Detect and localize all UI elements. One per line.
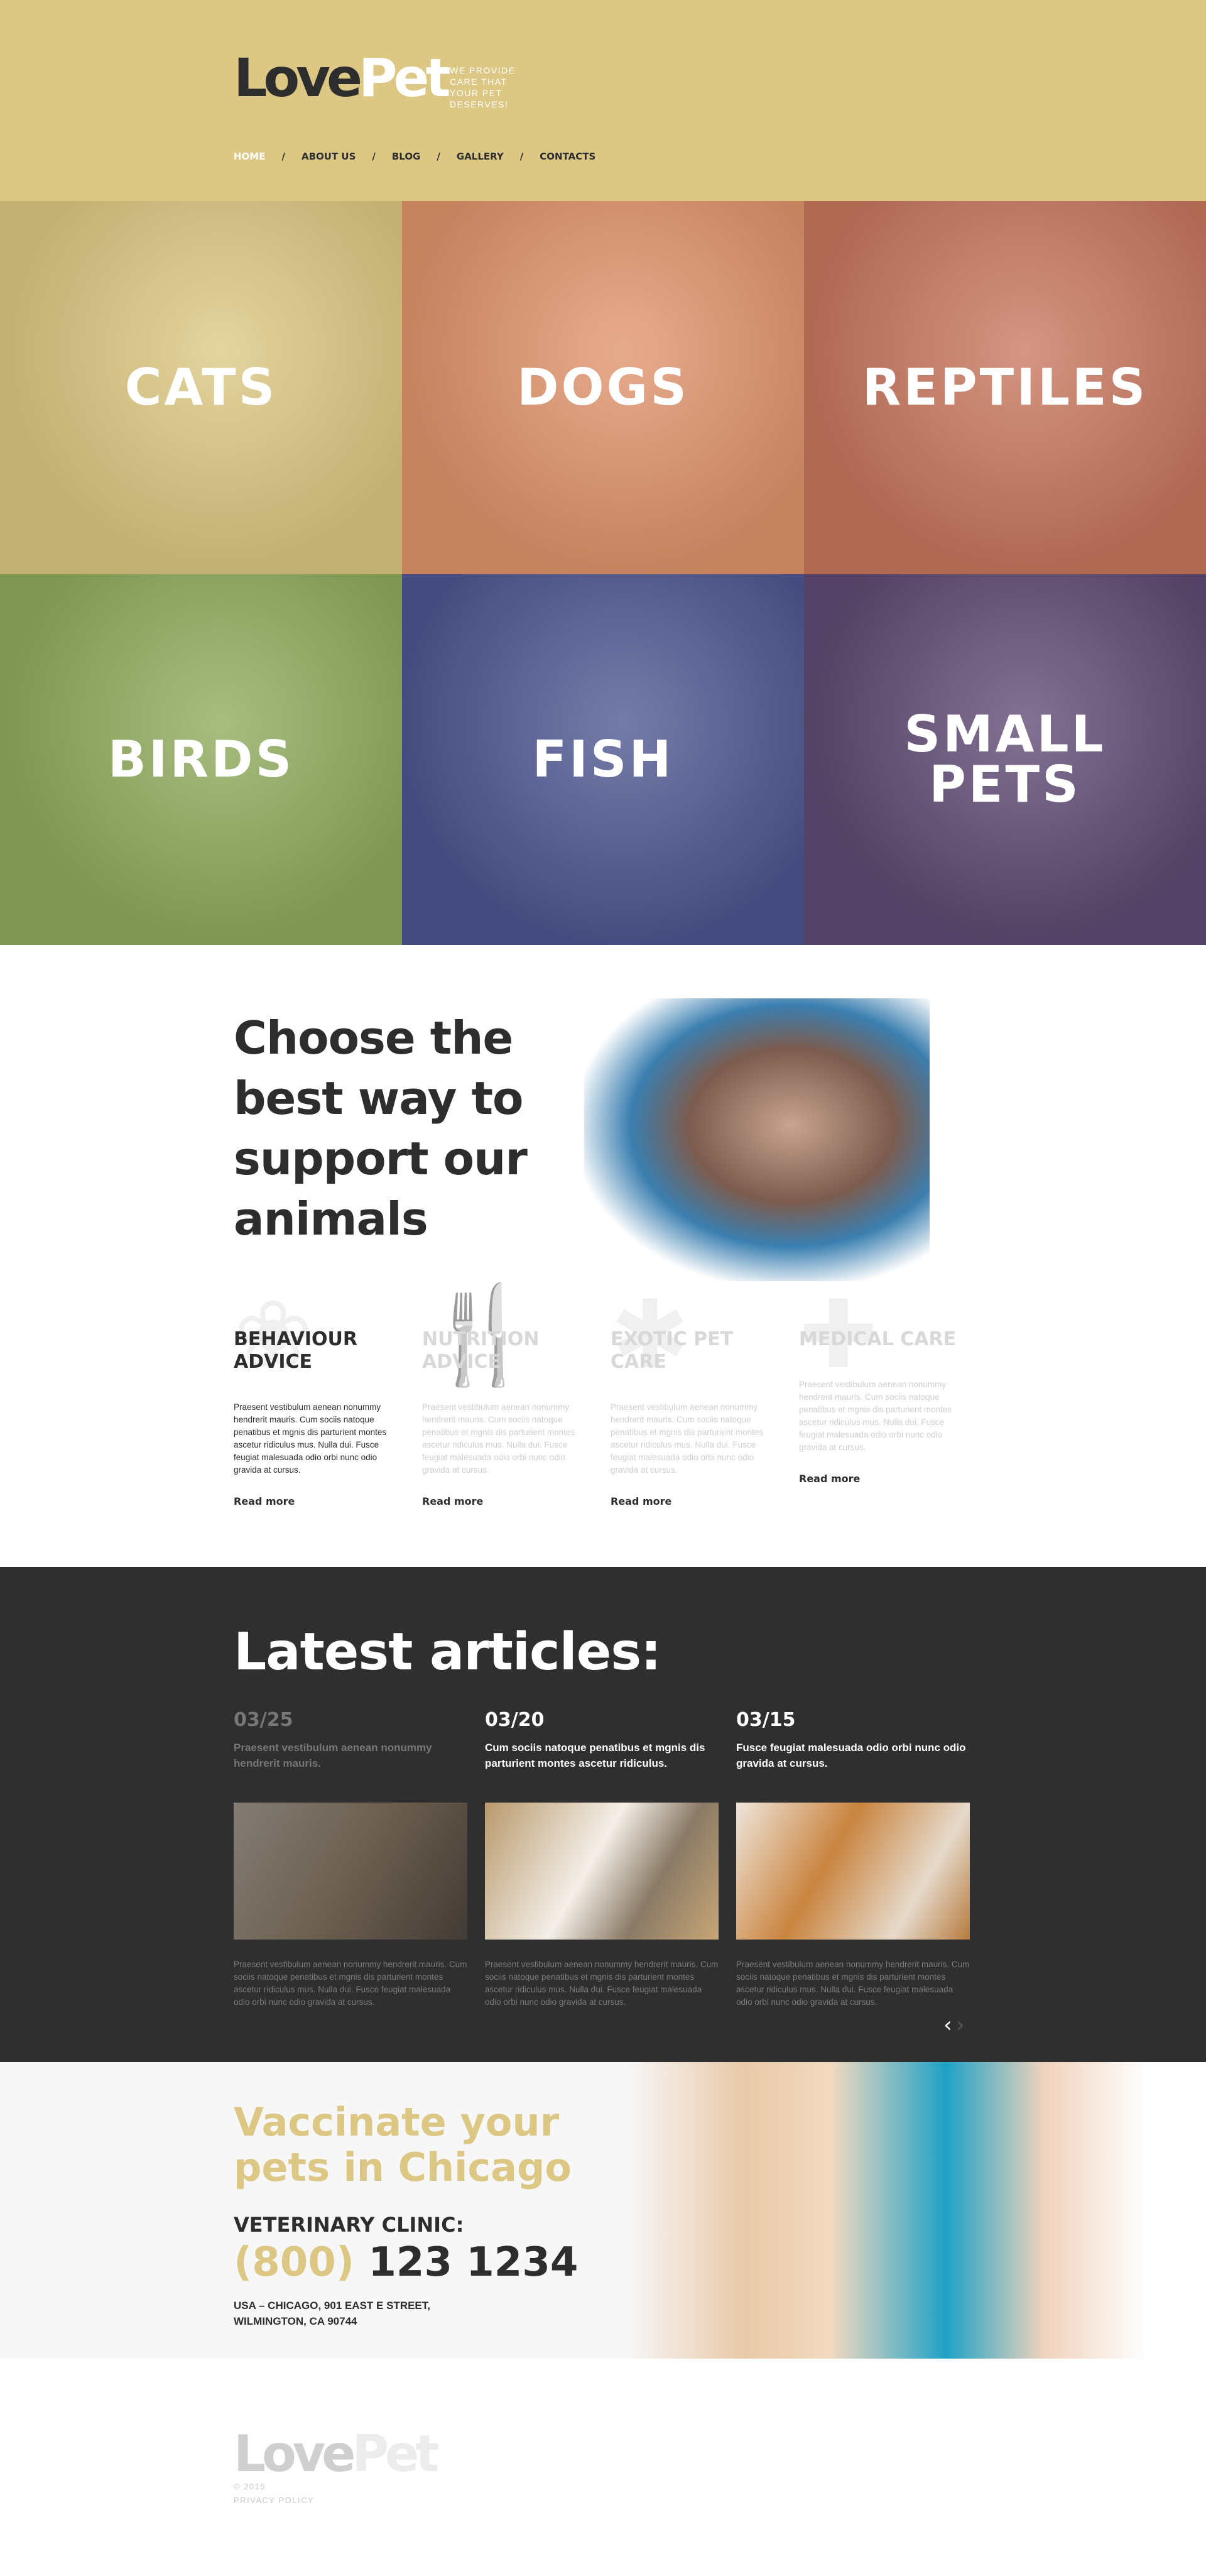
article-image[interactable]	[485, 1803, 719, 1940]
logo[interactable]: LovePet	[234, 52, 451, 104]
phone-number: 123 1234	[368, 2239, 579, 2286]
support-section: Choose the best way to support our anima…	[0, 945, 1206, 1567]
clinic-address: USA – Chicago, 901 East E Street, Wilmin…	[234, 2300, 430, 2327]
article-date: 03/15	[736, 1709, 796, 1731]
clinic-headline: Vaccinate your pets in Chicago	[234, 2099, 572, 2190]
logo-love: Love	[234, 2425, 356, 2483]
nav-separator: /	[372, 151, 376, 162]
service-text: Praesent vestibulum aenean nonummy hendr…	[611, 1402, 764, 1475]
article-text: Praesent vestibulum aenean nonummy hendr…	[485, 1960, 719, 2007]
tile-label: REPTILES	[862, 358, 1148, 417]
clinic-label: VETERINARY CLINIC:	[234, 2213, 464, 2237]
tile-fish[interactable]: FISH	[402, 574, 804, 945]
service-medical: ✚ Medical care Praesent vestibulum aenea…	[799, 1284, 962, 1485]
article-text: Praesent vestibulum aenean nonummy hendr…	[736, 1960, 970, 2007]
chevron-left-icon[interactable]: ‹	[943, 2014, 952, 2036]
article-card[interactable]: 03/25 Praesent vestibulum aenean nonummy…	[234, 1709, 467, 2009]
tile-dogs[interactable]: DOGS	[402, 201, 804, 574]
latest-articles: Latest articles: 03/25 Praesent vestibul…	[0, 1567, 1206, 2062]
service-text: Praesent vestibulum aenean nonummy hendr…	[234, 1402, 387, 1475]
nav-about-us[interactable]: ABOUT US	[302, 151, 356, 162]
service-title: Behaviour advice	[234, 1328, 357, 1373]
service-title: Exotic pet care	[611, 1328, 734, 1373]
copyright: © 2015	[234, 2482, 266, 2491]
service-text: Praesent vestibulum aenean nonummy hendr…	[422, 1402, 575, 1475]
article-date: 03/25	[234, 1709, 293, 1731]
service-nutrition: 🍴 Nutrition advice Praesent vestibulum a…	[422, 1284, 585, 1507]
tile-label: BIRDS	[107, 730, 295, 789]
articles-heading: Latest articles:	[234, 1622, 661, 1682]
tagline: We provide care that your pet deserves!	[450, 65, 516, 109]
tile-birds[interactable]: BIRDS	[0, 574, 402, 945]
nav-contacts[interactable]: CONTACTS	[540, 151, 595, 162]
tile-label: SMALL PETS	[904, 705, 1106, 814]
article-card[interactable]: 03/20 Cum sociis natoque penatibus et mg…	[485, 1709, 719, 2009]
article-title[interactable]: Praesent vestibulum aenean nonummy hendr…	[234, 1740, 467, 1803]
article-date: 03/20	[485, 1709, 545, 1731]
tile-cats[interactable]: CATS	[0, 201, 402, 574]
tile-reptiles[interactable]: REPTILES	[804, 201, 1206, 574]
read-more-link[interactable]: Read more	[799, 1473, 962, 1485]
chevron-right-icon[interactable]: ›	[956, 2014, 965, 2036]
tile-label: CATS	[124, 358, 278, 417]
footer-logo[interactable]: LovePet	[234, 2425, 439, 2483]
service-text: Praesent vestibulum aenean nonummy hendr…	[799, 1380, 952, 1452]
site-footer: LovePet © 2015 PRIVACY POLICY	[0, 2359, 1206, 2575]
site-header: LovePet We provide care that your pet de…	[0, 0, 1206, 201]
article-card[interactable]: 03/15 Fusce feugiat malesuada odio orbi …	[736, 1709, 970, 2009]
privacy-policy-link[interactable]: PRIVACY POLICY	[234, 2494, 314, 2508]
tile-small-pets[interactable]: SMALL PETS	[804, 574, 1206, 945]
phone-code: (800)	[234, 2239, 355, 2286]
woman-with-dog-image	[584, 998, 930, 1281]
article-title[interactable]: Fusce feugiat malesuada odio orbi nunc o…	[736, 1740, 970, 1803]
logo-pet: Pet	[358, 47, 451, 109]
main-nav: HOME / ABOUT US / BLOG / GALLERY / CONTACTS	[234, 151, 595, 162]
service-exotic: ✱ Exotic pet care Praesent vestibulum ae…	[611, 1284, 774, 1507]
clinic-section: Vaccinate your pets in Chicago VETERINAR…	[0, 2062, 1206, 2359]
read-more-link[interactable]: Read more	[234, 1495, 397, 1507]
vet-with-children-image	[628, 2062, 1206, 2359]
article-title[interactable]: Cum sociis natoque penatibus et mgnis di…	[485, 1740, 719, 1803]
service-title: Nutrition advice	[422, 1328, 540, 1373]
nav-separator: /	[437, 151, 440, 162]
logo-pet: Pet	[352, 2425, 439, 2483]
service-behaviour: ❀ Behaviour advice Praesent vestibulum a…	[234, 1284, 397, 1507]
read-more-link[interactable]: Read more	[422, 1495, 585, 1507]
nav-blog[interactable]: BLOG	[392, 151, 421, 162]
article-text: Praesent vestibulum aenean nonummy hendr…	[234, 1960, 467, 2007]
tile-label: DOGS	[517, 358, 689, 417]
service-title: Medical care	[799, 1328, 957, 1350]
clinic-phone[interactable]: (800) 123 1234	[234, 2239, 578, 2286]
read-more-link[interactable]: Read more	[611, 1495, 774, 1507]
nav-home[interactable]: HOME	[234, 151, 265, 162]
article-image[interactable]	[234, 1803, 467, 1940]
nav-gallery[interactable]: GALLERY	[457, 151, 504, 162]
logo-love: Love	[234, 47, 362, 109]
article-image[interactable]	[736, 1803, 970, 1940]
nav-separator: /	[281, 151, 285, 162]
tile-label: FISH	[532, 730, 674, 789]
category-grid: CATS DOGS REPTILES BIRDS FISH SMALL PETS	[0, 201, 1206, 945]
nav-separator: /	[519, 151, 524, 162]
support-headline: Choose the best way to support our anima…	[234, 1012, 528, 1245]
